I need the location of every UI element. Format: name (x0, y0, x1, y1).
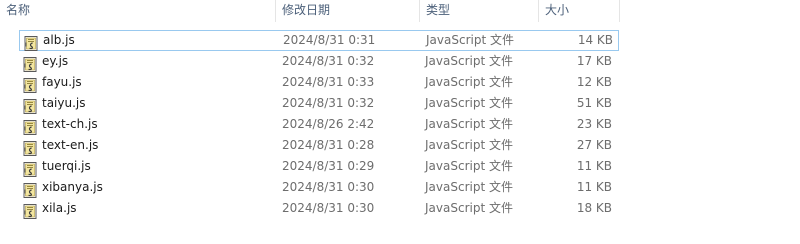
file-type: JavaScript 文件 (425, 138, 513, 152)
file-row[interactable]: tuerqi.js 2024/8/31 0:29 JavaScript 文件 1… (19, 156, 619, 177)
file-row[interactable]: ey.js 2024/8/31 0:32 JavaScript 文件 17 KB (19, 51, 619, 72)
file-modified-date: 2024/8/31 0:28 (282, 138, 375, 152)
file-row[interactable]: fayu.js 2024/8/31 0:33 JavaScript 文件 12 … (19, 72, 619, 93)
file-name: alb.js (43, 33, 75, 47)
file-size: 18 KB (576, 201, 612, 215)
file-name: text-ch.js (42, 117, 98, 131)
column-header-modified[interactable]: 修改日期 (276, 0, 419, 22)
file-modified-date: 2024/8/31 0:30 (282, 180, 375, 194)
file-list: alb.js 2024/8/31 0:31 JavaScript 文件 14 K… (19, 30, 619, 219)
file-modified-date: 2024/8/31 0:33 (282, 75, 375, 89)
file-size: 14 KB (577, 33, 613, 47)
file-row[interactable]: text-ch.js 2024/8/26 2:42 JavaScript 文件 … (19, 114, 619, 135)
file-modified-date: 2024/8/31 0:32 (282, 54, 375, 68)
file-name: text-en.js (42, 138, 99, 152)
file-modified-date: 2024/8/31 0:31 (283, 33, 376, 47)
file-size: 23 KB (576, 117, 612, 131)
file-size: 27 KB (576, 138, 612, 152)
file-name: xila.js (42, 201, 77, 215)
file-name: xibanya.js (42, 180, 103, 194)
file-row[interactable]: xibanya.js 2024/8/31 0:30 JavaScript 文件 … (19, 177, 619, 198)
file-name: ey.js (42, 54, 69, 68)
file-type: JavaScript 文件 (425, 201, 513, 215)
file-row[interactable]: taiyu.js 2024/8/31 0:32 JavaScript 文件 51… (19, 93, 619, 114)
column-divider[interactable] (619, 0, 620, 22)
column-header-bar: 名称 修改日期 类型 大小 (0, 0, 620, 22)
file-modified-date: 2024/8/26 2:42 (282, 117, 375, 131)
file-type: JavaScript 文件 (425, 180, 513, 194)
file-size: 12 KB (576, 75, 612, 89)
column-header-type[interactable]: 类型 (420, 0, 538, 22)
file-size: 17 KB (576, 54, 612, 68)
file-type: JavaScript 文件 (426, 33, 514, 47)
file-row[interactable]: xila.js 2024/8/31 0:30 JavaScript 文件 18 … (19, 198, 619, 219)
file-explorer-details-view: 名称 修改日期 类型 大小 alb.js 2024/8/31 0:31 Java… (0, 0, 800, 244)
file-size: 11 KB (576, 159, 612, 173)
file-row[interactable]: alb.js 2024/8/31 0:31 JavaScript 文件 14 K… (19, 30, 619, 51)
file-modified-date: 2024/8/31 0:32 (282, 96, 375, 110)
column-header-size[interactable]: 大小 (539, 0, 619, 22)
javascript-file-icon (23, 204, 37, 219)
file-name: fayu.js (42, 75, 82, 89)
file-type: JavaScript 文件 (425, 54, 513, 68)
file-size: 51 KB (576, 96, 612, 110)
column-header-name[interactable]: 名称 (0, 0, 275, 22)
file-modified-date: 2024/8/31 0:30 (282, 201, 375, 215)
file-name: tuerqi.js (42, 159, 91, 173)
file-name: taiyu.js (42, 96, 86, 110)
file-size: 11 KB (576, 180, 612, 194)
file-modified-date: 2024/8/31 0:29 (282, 159, 375, 173)
file-type: JavaScript 文件 (425, 159, 513, 173)
file-type: JavaScript 文件 (425, 96, 513, 110)
file-type: JavaScript 文件 (425, 75, 513, 89)
file-type: JavaScript 文件 (425, 117, 513, 131)
file-row[interactable]: text-en.js 2024/8/31 0:28 JavaScript 文件 … (19, 135, 619, 156)
